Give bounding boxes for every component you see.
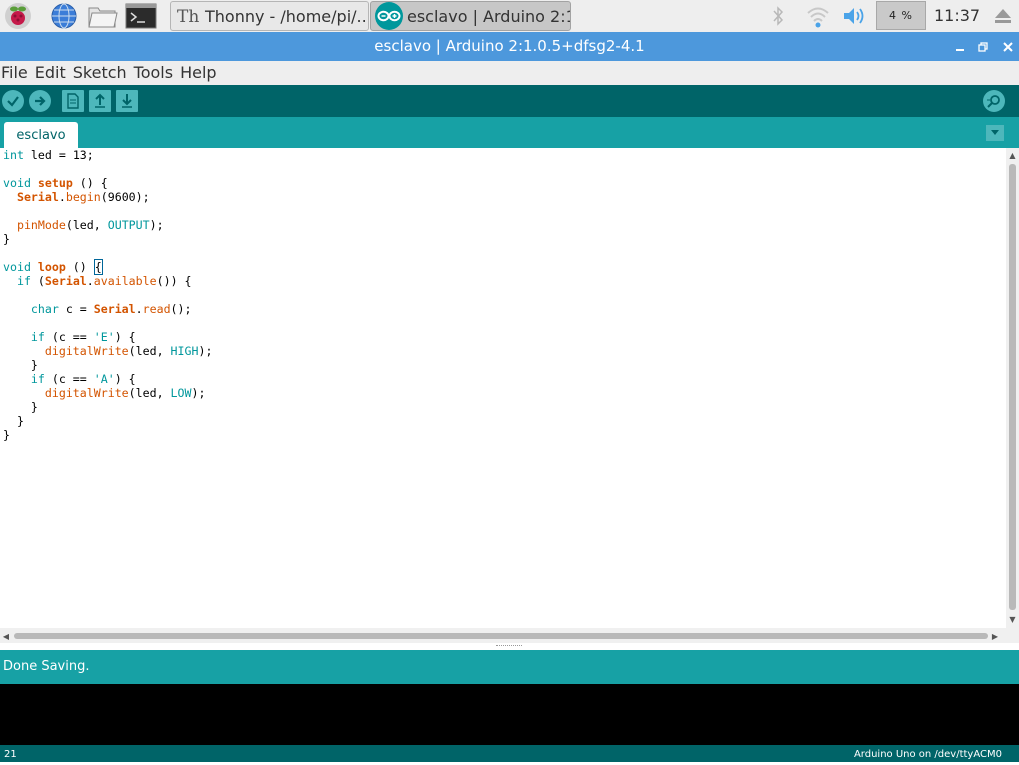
code-line[interactable]: char c = Serial.read(); [3, 302, 212, 316]
code-line[interactable]: int led = 13; [3, 148, 212, 162]
line-number: 21 [4, 749, 17, 760]
menu-help[interactable]: Help [180, 61, 223, 85]
status-message: Done Saving. [3, 659, 90, 674]
vertical-scrollbar-thumb[interactable] [1009, 164, 1016, 610]
svg-text:Th: Th [177, 7, 199, 26]
taskbar-task-label: esclavo | Arduino 2:1.... [407, 6, 570, 26]
tab-menu-button[interactable] [986, 125, 1004, 141]
code-line[interactable]: pinMode(led, OUTPUT); [3, 218, 212, 232]
arduino-icon [373, 2, 405, 30]
verify-button[interactable] [2, 90, 24, 112]
horizontal-scrollbar[interactable]: ◀ ▶ [0, 628, 1019, 643]
save-button[interactable] [116, 90, 138, 112]
code-text[interactable]: int led = 13; void setup () { Serial.beg… [3, 148, 212, 442]
code-line[interactable] [3, 288, 212, 302]
vertical-scrollbar[interactable]: ▲ ▼ [1006, 148, 1019, 628]
code-line[interactable]: digitalWrite(led, HIGH); [3, 344, 213, 358]
raspberry-menu-icon[interactable] [2, 1, 34, 31]
scroll-down-arrow-icon[interactable]: ▼ [1006, 614, 1019, 624]
code-line[interactable]: void loop () { [3, 259, 212, 275]
code-line[interactable]: } [3, 232, 212, 246]
code-line[interactable]: } [3, 358, 212, 372]
volume-icon[interactable] [842, 2, 868, 30]
clock[interactable]: 11:37 [934, 0, 980, 32]
check-icon [7, 96, 19, 107]
arrow-right-icon [35, 96, 46, 106]
taskbar-task-thonny[interactable]: Th Thonny - /home/pi/... [170, 1, 369, 31]
code-line[interactable] [3, 162, 212, 176]
taskbar-task-label: Thonny - /home/pi/... [205, 6, 369, 26]
menu-sketch[interactable]: Sketch [73, 61, 134, 85]
menu-bar: File Edit Sketch Tools Help [0, 61, 1019, 85]
thonny-icon: Th [177, 6, 199, 26]
footer-bar: 21 Arduino Uno on /dev/ttyACM0 [0, 745, 1019, 762]
eject-icon[interactable] [992, 2, 1014, 30]
menu-edit[interactable]: Edit [35, 61, 73, 85]
code-editor[interactable]: int led = 13; void setup () { Serial.beg… [0, 148, 1006, 628]
scroll-up-arrow-icon[interactable]: ▲ [1006, 150, 1019, 160]
code-line[interactable]: Serial.begin(9600); [3, 190, 212, 204]
new-file-icon [67, 93, 79, 109]
code-line[interactable]: } [3, 428, 212, 442]
code-line[interactable] [3, 316, 212, 330]
wifi-icon[interactable] [805, 2, 831, 30]
console-output[interactable] [0, 684, 1019, 745]
horizontal-scrollbar-thumb[interactable] [14, 633, 988, 639]
cpu-usage-value: 4 % [889, 9, 913, 22]
tab-esclavo[interactable]: esclavo [4, 122, 78, 148]
board-info: Arduino Uno on /dev/ttyACM0 [853, 749, 1002, 760]
code-line[interactable] [3, 246, 212, 260]
serial-monitor-icon [987, 95, 1000, 108]
chevron-down-icon [991, 130, 999, 135]
pane-divider[interactable] [0, 643, 1019, 650]
new-button[interactable] [62, 90, 84, 112]
status-message-bar: Done Saving. [0, 650, 1019, 684]
scroll-left-arrow-icon[interactable]: ◀ [1, 631, 11, 641]
menu-tools[interactable]: Tools [134, 61, 180, 85]
cpu-usage-monitor[interactable]: 4 % [876, 1, 926, 30]
code-line[interactable]: if (Serial.available()) { [3, 274, 212, 288]
code-line[interactable]: } [3, 414, 212, 428]
window-title: esclavo | Arduino 2:1.0.5+dfsg2-4.1 [374, 37, 645, 55]
terminal-icon[interactable] [125, 1, 157, 31]
minimize-icon[interactable] [950, 32, 970, 61]
code-line[interactable]: if (c == 'A') { [3, 372, 212, 386]
desktop-taskbar: Th Thonny - /home/pi/... esclavo | Ardui… [0, 0, 1019, 32]
arduino-toolbar [0, 85, 1019, 117]
arrow-up-icon [95, 93, 105, 108]
sketch-tabs: esclavo [0, 117, 1019, 148]
arrow-down-icon [122, 94, 132, 108]
menu-file[interactable]: File [0, 61, 35, 85]
upload-button[interactable] [29, 90, 51, 112]
scroll-right-arrow-icon[interactable]: ▶ [990, 631, 1000, 641]
divider-grip[interactable] [496, 645, 522, 647]
file-manager-icon[interactable] [86, 1, 118, 31]
window-title-bar[interactable]: esclavo | Arduino 2:1.0.5+dfsg2-4.1 [0, 32, 1019, 61]
code-line[interactable] [3, 204, 212, 218]
taskbar-task-arduino[interactable]: esclavo | Arduino 2:1.... [370, 1, 571, 31]
maximize-icon[interactable] [973, 32, 993, 61]
bluetooth-icon[interactable] [768, 2, 788, 30]
open-button[interactable] [89, 90, 111, 112]
web-browser-icon[interactable] [48, 1, 80, 31]
code-line[interactable]: } [3, 400, 212, 414]
serial-monitor-button[interactable] [983, 90, 1005, 112]
code-line[interactable]: void setup () { [3, 176, 212, 190]
close-icon[interactable] [998, 32, 1018, 61]
code-line[interactable]: if (c == 'E') { [3, 330, 212, 344]
code-line[interactable]: digitalWrite(led, LOW); [3, 386, 212, 400]
